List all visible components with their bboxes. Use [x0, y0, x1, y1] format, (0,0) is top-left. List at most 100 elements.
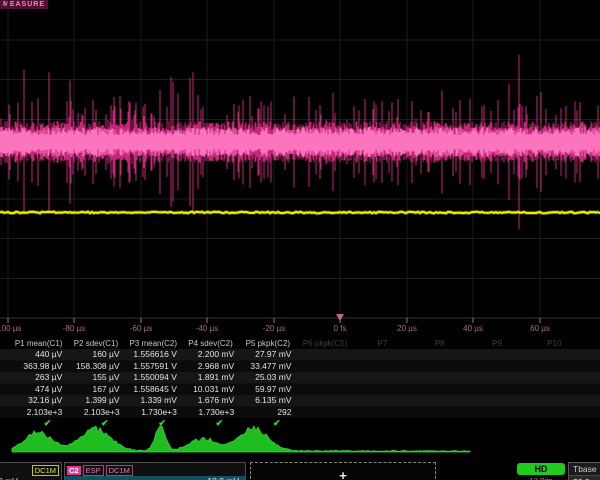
hd-mode-badge[interactable]: HD — [517, 463, 565, 475]
measurement-min: 155 µV — [67, 372, 124, 384]
measurement-num — [296, 407, 353, 419]
timebase-label: Tbase — [569, 463, 600, 476]
measurement-column-3[interactable]: P3 mean(C2)1.556616 V1.557591 V1.550094 … — [125, 338, 182, 429]
measurement-column-1[interactable]: P1 mean(C1)440 µV363.98 µV263 µV474 µV32… — [10, 338, 67, 429]
measurement-mean: 158.308 µV — [67, 361, 124, 373]
measurement-sdev — [583, 395, 600, 407]
measurement-min: 1.891 mV — [182, 372, 239, 384]
measurement-header[interactable]: P2 sdev(C1) — [67, 338, 124, 349]
measurement-min — [296, 372, 353, 384]
measurement-header[interactable]: P9 — [468, 338, 525, 349]
channel1-descriptor-box[interactable]: DC1M 10.0 mV — [0, 462, 62, 480]
measurement-sdev: 1.339 mV — [125, 395, 182, 407]
measurement-sdev: 1.676 mV — [182, 395, 239, 407]
measurement-mean: 1.557591 V — [125, 361, 182, 373]
add-trace-button[interactable]: + — [250, 462, 436, 480]
measurement-num: 2.103e+3 — [10, 407, 67, 419]
c2-channel-tag: C2 — [67, 466, 81, 475]
measurement-column-10: P10 — [526, 338, 583, 429]
measurement-num: 1.730e+3 — [125, 407, 182, 419]
c1-vertical-scale: 10.0 mV — [0, 476, 61, 480]
measurement-value: 440 µV — [10, 349, 67, 361]
hd-resolution-label: 12 Bits — [513, 476, 569, 480]
measurement-header[interactable]: P11 — [583, 338, 600, 349]
measurement-min — [354, 372, 411, 384]
measurement-column-5[interactable]: P5 pkpk(C2)27.97 mV33.477 mV25.03 mV59.9… — [239, 338, 296, 429]
measurement-header[interactable]: P6 pkpk(C5) — [296, 338, 353, 349]
measurement-header[interactable]: P5 pkpk(C2) — [239, 338, 296, 349]
measurement-value — [354, 349, 411, 361]
measurement-header[interactable]: P7 — [354, 338, 411, 349]
c1-coupling-tag: DC1M — [32, 465, 59, 476]
measurement-max: 59.97 mV — [239, 384, 296, 396]
measurement-mean — [296, 361, 353, 373]
svg-text:-20 µs: -20 µs — [263, 324, 285, 333]
measurement-mean: 2.968 mV — [182, 361, 239, 373]
c2-esp-tag: ESP — [83, 465, 104, 476]
measurement-header[interactable]: P8 — [411, 338, 468, 349]
measurement-num — [411, 407, 468, 419]
histogram-trace — [12, 426, 470, 452]
measurement-column-6: P6 pkpk(C5) — [296, 338, 353, 429]
time-axis: -100 µs-80 µs-60 µs-40 µs-20 µs0 fs20 µs… — [0, 318, 550, 333]
measurement-sdev: 6.135 mV — [239, 395, 296, 407]
measurement-value: 1.556616 V — [125, 349, 182, 361]
measurement-num: 292 — [239, 407, 296, 419]
measurement-column-4[interactable]: P4 sdev(C2)2.200 mV2.968 mV1.891 mV10.03… — [182, 338, 239, 429]
measurement-num — [526, 407, 583, 419]
measurement-histogram — [0, 425, 600, 462]
measurement-sdev: 32.16 µV — [10, 395, 67, 407]
measurement-max: 167 µV — [67, 384, 124, 396]
timebase-descriptor-box[interactable]: Tbase 20.0 µs — [568, 462, 600, 480]
measurement-header[interactable]: P4 sdev(C2) — [182, 338, 239, 349]
measurement-min: 25.03 mV — [239, 372, 296, 384]
measurement-mean — [468, 361, 525, 373]
measurement-min — [411, 372, 468, 384]
measurement-value: 2.200 mV — [182, 349, 239, 361]
timebase-value: 20.0 µs — [569, 476, 600, 480]
measurement-num — [583, 407, 600, 419]
measurement-sdev — [296, 395, 353, 407]
measurement-max: 1.558645 V — [125, 384, 182, 396]
measurement-table: P1 mean(C1)440 µV363.98 µV263 µV474 µV32… — [10, 338, 600, 429]
bottom-toolbar: DC1M 10.0 mV C2 ESP DC1M 10.0 mV + HD 12… — [0, 462, 600, 480]
measurement-header[interactable]: P3 mean(C2) — [125, 338, 182, 349]
measurement-max — [411, 384, 468, 396]
measurement-value: 27.97 mV — [239, 349, 296, 361]
measurement-mean — [354, 361, 411, 373]
measurement-value — [583, 349, 600, 361]
measurement-column-11: P11 — [583, 338, 600, 429]
measurement-value — [526, 349, 583, 361]
measurement-max — [296, 384, 353, 396]
measurement-sdev — [526, 395, 583, 407]
c2-coupling-tag: DC1M — [106, 465, 133, 476]
measurement-value: 160 µV — [67, 349, 124, 361]
measurement-max: 474 µV — [10, 384, 67, 396]
measurement-min: 263 µV — [10, 372, 67, 384]
svg-text:20 µs: 20 µs — [397, 324, 417, 333]
measurement-sdev — [468, 395, 525, 407]
measurement-min: 1.550094 V — [125, 372, 182, 384]
measurement-max — [354, 384, 411, 396]
measurement-mean: 33.477 mV — [239, 361, 296, 373]
measurement-num — [354, 407, 411, 419]
svg-text:-100 µs: -100 µs — [0, 324, 21, 333]
measurement-mean — [411, 361, 468, 373]
measurement-max — [468, 384, 525, 396]
measurement-column-2[interactable]: P2 sdev(C1)160 µV158.308 µV155 µV167 µV1… — [67, 338, 124, 429]
measurement-num — [468, 407, 525, 419]
waveform-display[interactable]: -100 µs-80 µs-60 µs-40 µs-20 µs0 fs20 µs… — [0, 0, 600, 338]
measurement-column-8: P8 — [411, 338, 468, 429]
c2-vertical-scale: 10.0 mV — [65, 476, 245, 480]
measurement-max — [583, 384, 600, 396]
oscilloscope-screen: MEASURE -100 µs-80 µs-60 µs-40 µs-20 µs0… — [0, 0, 600, 480]
svg-text:-60 µs: -60 µs — [130, 324, 152, 333]
measurement-sdev — [354, 395, 411, 407]
measurement-header[interactable]: P10 — [526, 338, 583, 349]
measurement-sdev — [411, 395, 468, 407]
measurement-min — [583, 372, 600, 384]
measurement-value — [296, 349, 353, 361]
measurement-header[interactable]: P1 mean(C1) — [10, 338, 67, 349]
channel2-descriptor-box[interactable]: C2 ESP DC1M 10.0 mV — [64, 462, 246, 480]
measurement-sdev: 1.399 µV — [67, 395, 124, 407]
